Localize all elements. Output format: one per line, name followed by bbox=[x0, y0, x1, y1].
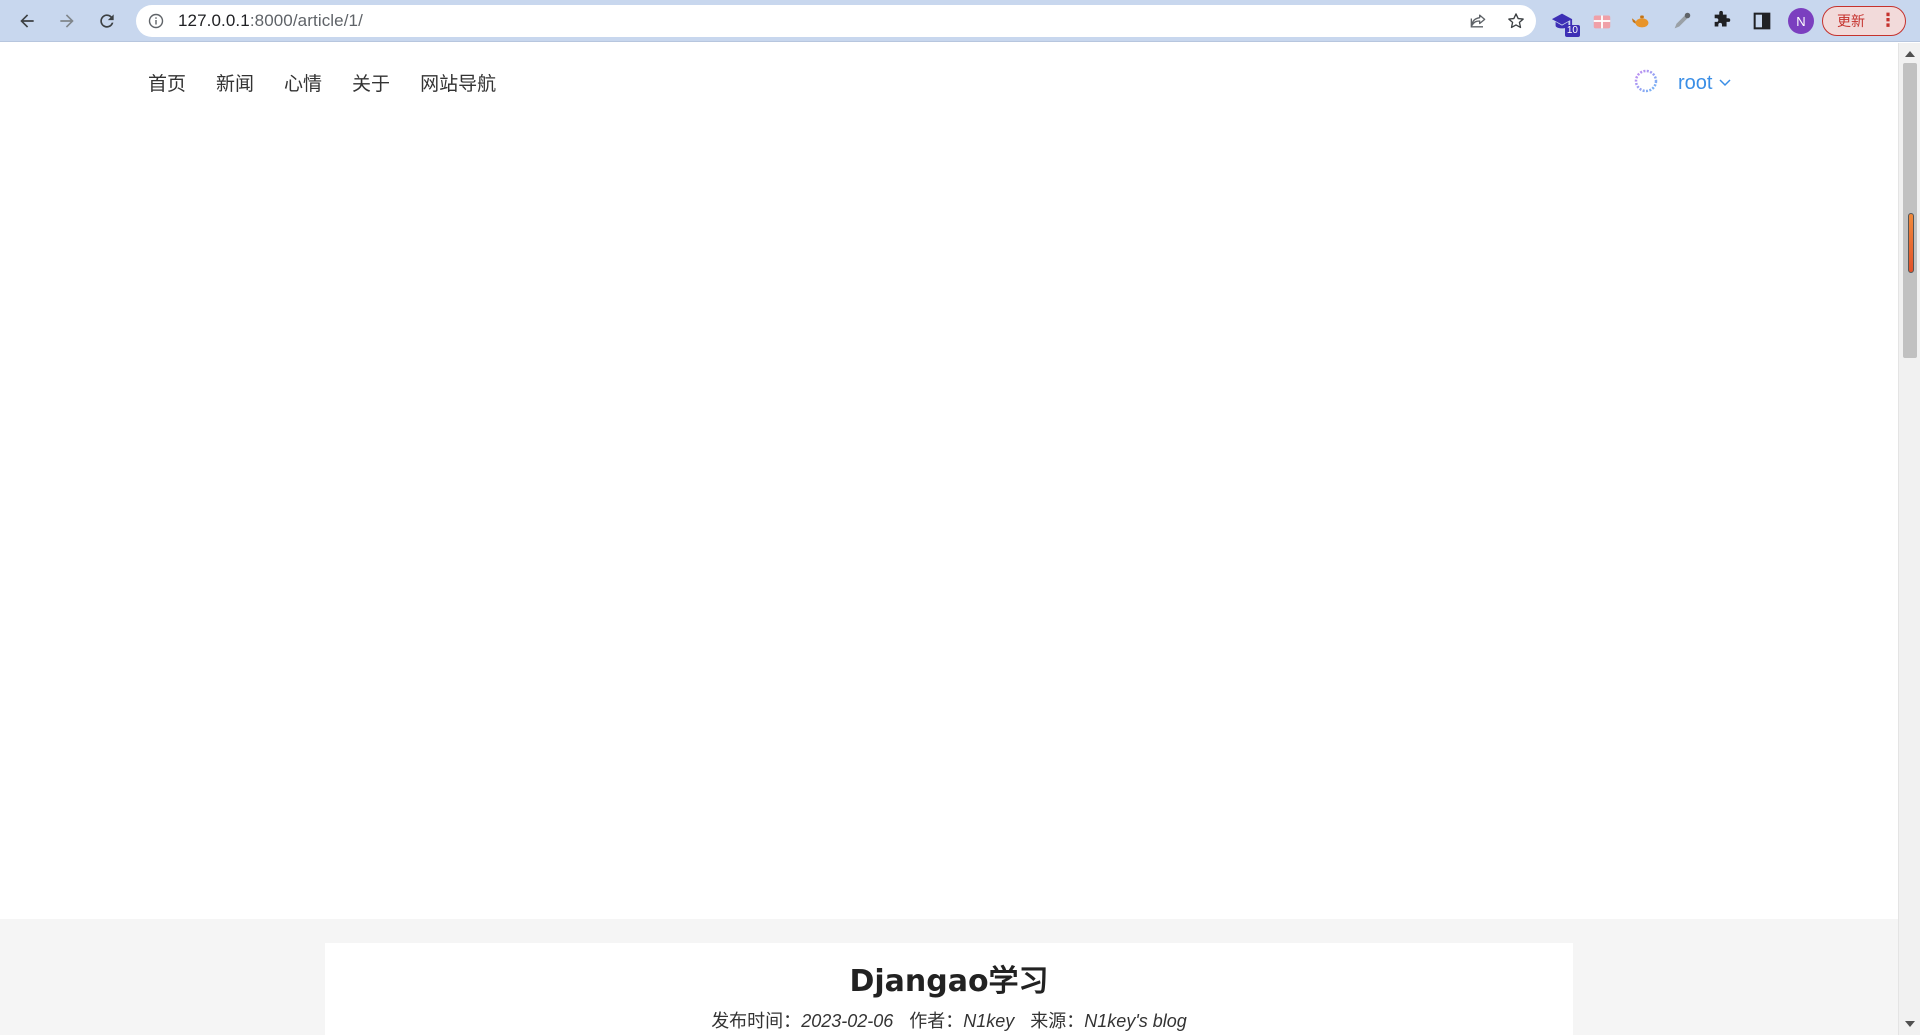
url-path: :8000/article/1/ bbox=[249, 11, 363, 30]
extensions-area: 10 N 更新 ⋮ bbox=[1548, 6, 1906, 37]
nav-link-about[interactable]: 关于 bbox=[352, 69, 390, 96]
reload-icon[interactable] bbox=[93, 7, 121, 35]
url-text[interactable]: 127.0.0.1:8000/article/1/ bbox=[178, 11, 363, 31]
profile-avatar[interactable]: N bbox=[1788, 8, 1814, 34]
username[interactable]: root bbox=[1678, 72, 1712, 95]
eyedropper-icon[interactable] bbox=[1668, 7, 1696, 35]
author-name: N1key bbox=[963, 1011, 1015, 1031]
teapot-icon[interactable] bbox=[1628, 7, 1656, 35]
scroll-down-icon[interactable] bbox=[1905, 1021, 1915, 1027]
blank-banner-area bbox=[0, 125, 1898, 962]
nav-link-site-nav[interactable]: 网站导航 bbox=[420, 69, 496, 96]
info-icon[interactable] bbox=[148, 13, 164, 29]
nav-links: 首页 新闻 心情 关于 网站导航 bbox=[148, 69, 496, 96]
scroll-indicator bbox=[1908, 213, 1914, 273]
browser-toolbar: 127.0.0.1:8000/article/1/ 10 N 更新 ⋮ bbox=[0, 0, 1920, 42]
author-label: 作者： bbox=[909, 1011, 964, 1032]
source-label: 来源： bbox=[1030, 1011, 1085, 1032]
user-menu[interactable]: root bbox=[1632, 67, 1732, 99]
scroll-up-icon[interactable] bbox=[1905, 51, 1915, 57]
article-meta: 发布时间：2023-02-06 作者：N1key 来源：N1key's blog bbox=[325, 1007, 1573, 1033]
nav-link-mood[interactable]: 心情 bbox=[284, 69, 322, 96]
url-host: 127.0.0.1 bbox=[178, 11, 250, 30]
site-navbar: 首页 新闻 心情 关于 网站导航 root bbox=[0, 43, 1898, 125]
publish-date: 2023-02-06 bbox=[801, 1011, 894, 1031]
web-page: 首页 新闻 心情 关于 网站导航 root Djangao学习 发布时间：202… bbox=[0, 43, 1898, 1035]
publish-label: 发布时间： bbox=[711, 1011, 802, 1032]
gift-icon[interactable] bbox=[1588, 7, 1616, 35]
scroll-thumb[interactable] bbox=[1903, 63, 1917, 358]
loading-ring-icon bbox=[1632, 67, 1660, 99]
chevron-down-icon[interactable] bbox=[1719, 74, 1732, 93]
page-scrollbar[interactable] bbox=[1898, 43, 1920, 1035]
extension-badge: 10 bbox=[1564, 25, 1580, 37]
back-arrow-icon[interactable] bbox=[13, 7, 41, 35]
star-icon[interactable] bbox=[1506, 11, 1526, 31]
article-title: Djangao学习 bbox=[849, 964, 1049, 999]
puzzle-icon[interactable] bbox=[1708, 7, 1736, 35]
update-button[interactable]: 更新 ⋮ bbox=[1822, 6, 1906, 36]
update-label: 更新 bbox=[1837, 14, 1865, 30]
forward-arrow-icon[interactable] bbox=[53, 7, 81, 35]
address-bar[interactable]: 127.0.0.1:8000/article/1/ bbox=[136, 5, 1536, 37]
article-card: Djangao学习 发布时间：2023-02-06 作者：N1key 来源：N1ke… bbox=[325, 943, 1573, 1035]
nav-link-home[interactable]: 首页 bbox=[148, 69, 186, 96]
menu-dots-icon: ⋮ bbox=[1879, 10, 1897, 31]
side-panel-icon[interactable] bbox=[1748, 7, 1776, 35]
nav-link-news[interactable]: 新闻 bbox=[216, 69, 254, 96]
share-icon[interactable] bbox=[1468, 11, 1488, 31]
graduation-cap-icon[interactable]: 10 bbox=[1548, 7, 1580, 37]
source-name: N1key's blog bbox=[1084, 1011, 1187, 1031]
